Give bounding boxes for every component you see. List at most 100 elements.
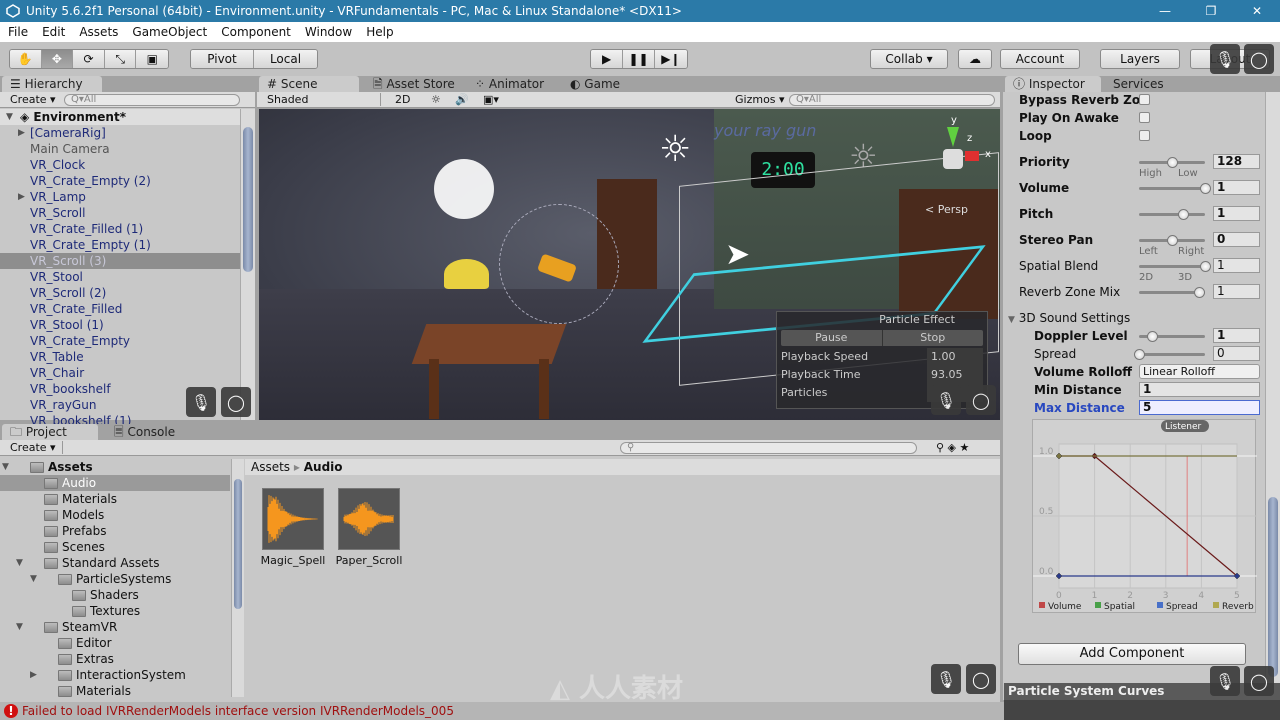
project-folder-item[interactable]: Assets	[30, 459, 93, 475]
refresh-icon[interactable]: ◯	[966, 385, 996, 415]
create-dropdown[interactable]: Create ▾	[6, 441, 63, 454]
scene-orientation-gizmo[interactable]: y z x	[929, 115, 991, 189]
refresh-icon[interactable]: ◯	[1244, 44, 1274, 74]
hierarchy-item[interactable]: VR_Scroll (2)	[30, 285, 106, 301]
account-dropdown[interactable]: Account	[1000, 49, 1080, 69]
project-folder-item[interactable]: Materials	[58, 683, 131, 699]
project-folder-item[interactable]: Standard Assets	[44, 555, 159, 571]
expand-arrow-icon[interactable]: ▶	[18, 128, 25, 138]
audio-toggle-icon[interactable]: 🔊	[451, 93, 473, 106]
collab-dropdown[interactable]: Collab ▾	[870, 49, 948, 69]
asset-name[interactable]: Paper_Scroll	[328, 554, 410, 567]
create-dropdown[interactable]: Create ▾	[6, 93, 60, 106]
slider-knob[interactable]	[1194, 287, 1206, 298]
priority-slider[interactable]	[1139, 157, 1205, 168]
perspective-label[interactable]: < Persp	[925, 203, 968, 216]
menu-help[interactable]: Help	[358, 25, 399, 39]
spatial-blend-slider[interactable]	[1139, 261, 1211, 272]
hierarchy-item[interactable]: VR_Lamp	[30, 189, 86, 205]
menu-window[interactable]: Window	[297, 25, 358, 39]
scene-root[interactable]: ▼ ◈ Environment*	[0, 109, 240, 125]
slider-knob[interactable]	[1167, 235, 1178, 246]
hierarchy-item[interactable]: VR_Crate_Empty	[30, 333, 130, 349]
volume-rolloff-dropdown[interactable]: Linear Rolloff	[1139, 364, 1260, 379]
menu-edit[interactable]: Edit	[34, 25, 71, 39]
tab-hierarchy[interactable]: ☰ Hierarchy	[2, 76, 102, 92]
hierarchy-item[interactable]: VR_bookshelf	[30, 381, 111, 397]
rolloff-graph[interactable]: 0 1 2 3 4 5 1.0 0.5 0.0 Listener Volume Spatial Spre…	[1032, 419, 1257, 613]
hierarchy-item[interactable]: VR_Crate_Filled (1)	[30, 221, 143, 237]
slider-knob[interactable]	[1167, 157, 1178, 168]
tab-services[interactable]: Services	[1105, 76, 1172, 92]
asset-name[interactable]: Magic_Spell	[252, 554, 334, 567]
refresh-icon[interactable]: ◯	[221, 387, 251, 417]
mic-icon[interactable]: 🎙	[186, 387, 216, 417]
volume-field[interactable]: 1	[1213, 180, 1260, 195]
project-folder-item[interactable]: InteractionSystem	[58, 667, 186, 683]
reverb-zone-mix-field[interactable]: 1	[1213, 284, 1260, 299]
breadcrumb-assets[interactable]: Assets	[251, 460, 290, 474]
expand-arrow-icon[interactable]: ▶	[30, 670, 37, 680]
hierarchy-item[interactable]: VR_rayGun	[30, 397, 96, 413]
audio-clip-thumbnail[interactable]	[262, 488, 324, 550]
hierarchy-item[interactable]: VR_Scroll (3)	[30, 253, 106, 269]
volume-slider[interactable]	[1139, 183, 1211, 194]
expand-arrow-icon[interactable]: ▼	[16, 622, 23, 632]
particle-stop-button[interactable]: Stop	[883, 330, 984, 346]
refresh-icon[interactable]: ◯	[1244, 666, 1274, 696]
hierarchy-item[interactable]: VR_Crate_Empty (2)	[30, 173, 151, 189]
doppler-slider[interactable]	[1139, 331, 1205, 342]
menu-gameobject[interactable]: GameObject	[124, 25, 213, 39]
hierarchy-item[interactable]: VR_Crate_Empty (1)	[30, 237, 151, 253]
project-folder-item[interactable]: Materials	[44, 491, 117, 507]
hierarchy-scrollbar[interactable]	[240, 109, 255, 420]
breadcrumb-audio[interactable]: Audio	[304, 460, 343, 474]
effects-dropdown-icon[interactable]: ▣▾	[479, 93, 503, 106]
hierarchy-item[interactable]: Main Camera	[30, 141, 110, 157]
pivot-toggle[interactable]: Pivot	[191, 50, 255, 68]
local-toggle[interactable]: Local	[254, 50, 317, 68]
particle-pause-button[interactable]: Pause	[781, 330, 883, 346]
stereo-pan-field[interactable]: 0	[1213, 232, 1260, 247]
expand-arrow-icon[interactable]: ▶	[18, 192, 25, 202]
rotate-tool-button[interactable]: ⟳	[73, 50, 105, 68]
hierarchy-item[interactable]: VR_Table	[30, 349, 84, 365]
lighting-toggle-icon[interactable]: ☼	[427, 93, 445, 106]
stereo-pan-slider[interactable]	[1139, 235, 1205, 246]
hierarchy-item[interactable]: VR_Stool	[30, 269, 83, 285]
project-folder-item[interactable]: Editor	[58, 635, 112, 651]
bypass-reverb-checkbox[interactable]	[1139, 94, 1150, 105]
project-search-input[interactable]: ⚲	[620, 442, 917, 454]
scene-search-input[interactable]: Q▾All	[789, 94, 995, 106]
min-distance-field[interactable]: 1	[1139, 382, 1260, 397]
slider-knob[interactable]	[1200, 183, 1211, 194]
priority-field[interactable]: 128	[1213, 154, 1260, 169]
tab-console[interactable]: 🗏 Console	[106, 424, 183, 440]
tab-animator[interactable]: ⁘ Animator	[467, 76, 552, 92]
move-tool-button[interactable]: ✥	[41, 50, 74, 68]
gizmos-dropdown[interactable]: Gizmos ▾	[731, 93, 789, 106]
tab-asset-store[interactable]: 🗎 Asset Store	[365, 76, 463, 92]
sun-gizmo-icon[interactable]: ☼	[659, 129, 691, 170]
hierarchy-item[interactable]: VR_Crate_Filled	[30, 301, 122, 317]
project-folder-item[interactable]: Models	[44, 507, 104, 523]
max-distance-field[interactable]: 5	[1139, 400, 1260, 415]
project-folder-item[interactable]: Textures	[72, 603, 140, 619]
hierarchy-item[interactable]: VR_Scroll	[30, 205, 85, 221]
project-tree-scrollbar[interactable]	[231, 459, 244, 697]
hand-tool-button[interactable]: ✋	[10, 50, 42, 68]
light-gizmo-icon[interactable]	[434, 159, 494, 219]
project-folder-item[interactable]: Scenes	[44, 539, 105, 555]
tab-scene[interactable]: # Scene	[259, 76, 359, 92]
pause-button[interactable]: ❚❚	[623, 50, 655, 68]
menu-component[interactable]: Component	[213, 25, 297, 39]
hierarchy-search-input[interactable]: Q▾All	[64, 94, 240, 106]
play-button[interactable]: ▶	[591, 50, 624, 68]
mic-icon[interactable]: 🎙	[931, 385, 961, 415]
shading-dropdown[interactable]: Shaded	[263, 93, 381, 106]
3d-sound-settings-foldout[interactable]: ▼ 3D Sound Settings	[1008, 310, 1130, 326]
expand-arrow-icon[interactable]: ▼	[2, 462, 9, 472]
tab-inspector[interactable]: ⓘ Inspector	[1005, 76, 1101, 92]
play-on-awake-checkbox[interactable]	[1139, 112, 1150, 123]
maximize-button[interactable]: ❐	[1188, 0, 1234, 22]
